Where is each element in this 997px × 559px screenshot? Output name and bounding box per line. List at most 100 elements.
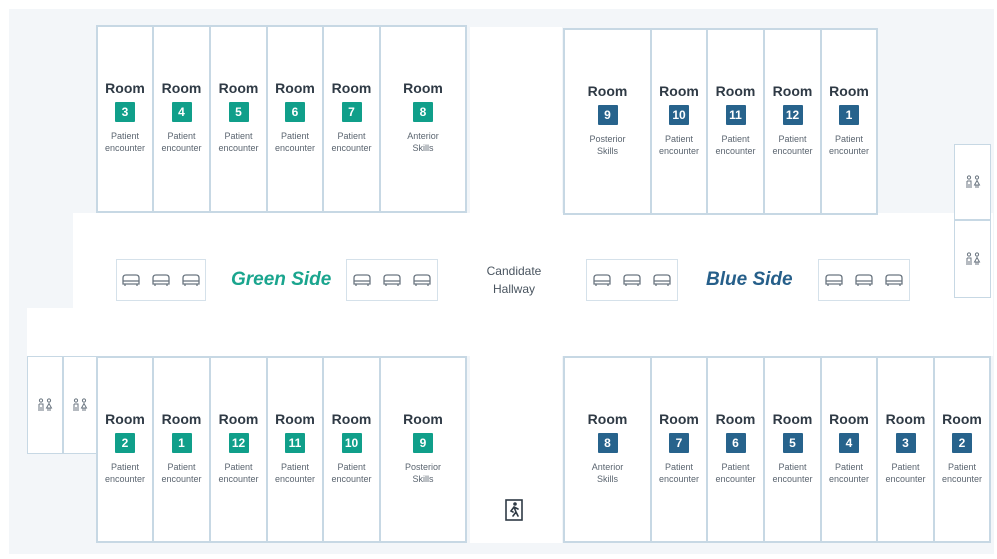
room-number-badge: 8 xyxy=(597,433,618,453)
bench-icon xyxy=(382,273,402,287)
room-description-line1: Patient xyxy=(167,462,196,472)
room-title: Room xyxy=(829,411,869,427)
room-description: Patient encounter xyxy=(708,461,763,485)
room-number-badge: 7 xyxy=(341,102,362,122)
room-number-badge: 10 xyxy=(341,433,362,453)
bench-icon xyxy=(884,273,904,287)
room-description-line1: Posterior xyxy=(589,134,626,144)
bench-icon xyxy=(181,273,201,287)
room-number-badge: 9 xyxy=(413,433,433,453)
room-description-line2: encounter xyxy=(772,146,813,156)
room-description-line1: Patient xyxy=(721,134,750,144)
room-description: Patient encounter xyxy=(652,133,706,157)
room-description-line2: encounter xyxy=(885,474,926,484)
room-description-line1: Posterior xyxy=(404,462,441,472)
room-description: Posterior Skills xyxy=(381,461,465,485)
room-number-badge: 12 xyxy=(228,433,249,453)
room-description: Patient encounter xyxy=(268,130,322,154)
waiting-area-green-right xyxy=(346,259,438,301)
room-blue-top-12[interactable]: Room 12 Patient encounter xyxy=(763,28,822,215)
room-blue-bottom-4[interactable]: Room 4 Patient encounter xyxy=(820,356,878,543)
room-label: Room 7 Patient encounter xyxy=(324,80,379,154)
room-description-line2: Skills xyxy=(596,146,618,156)
room-title: Room xyxy=(275,80,315,96)
room-description: Patient encounter xyxy=(708,133,763,157)
room-description: Patient encounter xyxy=(268,461,322,485)
room-number-badge: 9 xyxy=(597,105,618,125)
room-description: Patient encounter xyxy=(822,461,876,485)
room-green-top-4[interactable]: Room 4 Patient encounter xyxy=(152,25,211,213)
room-green-bottom-11[interactable]: Room 11 Patient encounter xyxy=(266,356,324,543)
room-blue-top-9[interactable]: Room 9 Posterior Skills xyxy=(563,28,652,215)
waiting-area-green-left xyxy=(116,259,206,301)
room-title: Room xyxy=(659,411,699,427)
room-number-badge: 12 xyxy=(782,105,803,125)
room-number-badge: 1 xyxy=(171,433,192,453)
room-blue-bottom-6[interactable]: Room 6 Patient encounter xyxy=(706,356,765,543)
room-blue-top-11[interactable]: Room 11 Patient encounter xyxy=(706,28,765,215)
room-title: Room xyxy=(218,80,259,96)
room-title: Room xyxy=(161,80,202,96)
room-blue-top-10[interactable]: Room 10 Patient encounter xyxy=(650,28,708,215)
room-green-bottom-1[interactable]: Room 1 Patient encounter xyxy=(152,356,211,543)
bench-icon xyxy=(592,273,612,287)
room-description-line1: Patient xyxy=(664,134,694,144)
room-description-line1: Patient xyxy=(778,134,807,144)
room-label: Room 12 Patient encounter xyxy=(211,411,266,485)
room-description-line2: encounter xyxy=(658,146,700,156)
floor-plan: Room 3 Patient encounter Room 4 Patient encount… xyxy=(0,0,997,559)
room-number-badge: 4 xyxy=(171,102,192,122)
restroom-right-upper xyxy=(954,144,991,220)
room-green-bottom-12[interactable]: Room 12 Patient encounter xyxy=(209,356,268,543)
room-description-line1: Patient xyxy=(337,462,366,472)
room-green-top-3[interactable]: Room 3 Patient encounter xyxy=(96,25,154,213)
room-label: Room 10 Patient encounter xyxy=(652,83,706,157)
room-label: Room 6 Patient encounter xyxy=(708,411,763,485)
room-blue-bottom-5[interactable]: Room 5 Patient encounter xyxy=(763,356,822,543)
room-number-badge: 4 xyxy=(839,433,859,453)
room-label: Room 2 Patient encounter xyxy=(935,411,989,485)
room-blue-bottom-2[interactable]: Room 2 Patient encounter xyxy=(933,356,991,543)
room-number-badge: 6 xyxy=(285,102,305,122)
room-description: Anterior Skills xyxy=(565,461,650,485)
room-label: Room 8 Anterior Skills xyxy=(565,411,650,485)
room-description: Patient encounter xyxy=(154,130,209,154)
room-green-top-8[interactable]: Room 8 Anterior Skills xyxy=(379,25,467,213)
room-description-line2: encounter xyxy=(772,474,813,484)
room-label: Room 12 Patient encounter xyxy=(765,83,820,157)
restroom-left-b xyxy=(63,356,97,454)
room-description-line2: encounter xyxy=(658,474,700,484)
room-description-line2: encounter xyxy=(161,474,202,484)
room-title: Room xyxy=(331,411,372,427)
room-description-line2: encounter xyxy=(941,474,983,484)
room-label: Room 4 Patient encounter xyxy=(822,411,876,485)
room-description: Patient encounter xyxy=(324,130,379,154)
room-green-top-7[interactable]: Room 7 Patient encounter xyxy=(322,25,381,213)
room-description: Patient encounter xyxy=(154,461,209,485)
green-side-label: Green Side xyxy=(231,269,332,290)
room-title: Room xyxy=(829,83,869,99)
room-description-line2: encounter xyxy=(828,146,870,156)
room-label: Room 8 Anterior Skills xyxy=(381,80,465,154)
room-label: Room 7 Patient encounter xyxy=(652,411,706,485)
room-blue-bottom-3[interactable]: Room 3 Patient encounter xyxy=(876,356,935,543)
room-description-line2: Skills xyxy=(412,474,434,484)
room-green-top-5[interactable]: Room 5 Patient encounter xyxy=(209,25,268,213)
room-blue-bottom-8[interactable]: Room 8 Anterior Skills xyxy=(563,356,652,543)
room-description-line2: Skills xyxy=(596,474,618,484)
room-green-bottom-2[interactable]: Room 2 Patient encounter xyxy=(96,356,154,543)
room-label: Room 2 Patient encounter xyxy=(98,411,152,485)
room-green-bottom-10[interactable]: Room 10 Patient encounter xyxy=(322,356,381,543)
room-description-line1: Patient xyxy=(224,131,253,141)
room-blue-bottom-7[interactable]: Room 7 Patient encounter xyxy=(650,356,708,543)
room-description-line1: Anterior xyxy=(591,462,624,472)
room-label: Room 5 Patient encounter xyxy=(765,411,820,485)
room-blue-top-1[interactable]: Room 1 Patient encounter xyxy=(820,28,878,215)
room-label: Room 1 Patient encounter xyxy=(154,411,209,485)
room-description-line2: encounter xyxy=(104,143,146,153)
room-title: Room xyxy=(105,80,145,96)
room-green-top-6[interactable]: Room 6 Patient encounter xyxy=(266,25,324,213)
room-green-bottom-9[interactable]: Room 9 Posterior Skills xyxy=(379,356,467,543)
room-number-badge: 8 xyxy=(413,102,433,122)
room-title: Room xyxy=(659,83,699,99)
